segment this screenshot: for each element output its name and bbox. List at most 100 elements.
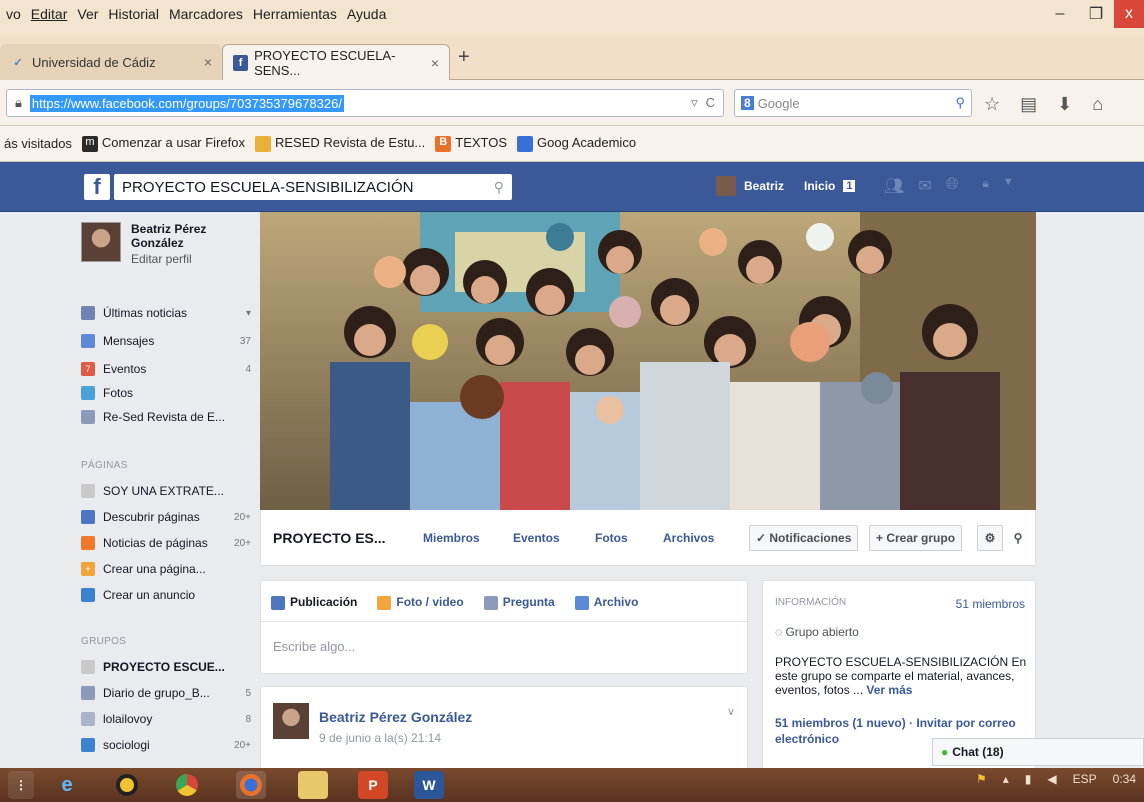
sidebar-item-discover-pages[interactable]: Descubrir páginas 20+ [81,506,251,528]
post-composer: Publicación Foto / video Pregunta Archiv… [260,580,748,674]
start-menu-icon[interactable]: ⋮ [8,771,34,799]
bookmark-firefox[interactable]: m Comenzar a usar Firefox [81,135,245,152]
composer-tab-post[interactable]: Publicación [271,595,357,610]
bookmark-most-visited[interactable]: ás visitados [4,136,72,151]
tab-members[interactable]: Miembros [423,531,480,545]
close-window-button[interactable]: x [1114,0,1144,28]
network-icon[interactable]: ▮ [1025,772,1032,786]
menu-help[interactable]: Ayuda [347,6,386,22]
post-author-link[interactable]: Beatriz Pérez González [319,709,472,725]
bookmark-list-icon[interactable]: ▤ [1020,94,1037,115]
tab-facebook-group[interactable]: f PROYECTO ESCUELA-SENS... × [222,44,450,80]
menu-file[interactable]: vo [6,6,21,22]
info-header: INFORMACIÓN [775,597,847,608]
bookmark-textos[interactable]: B TEXTOS [435,135,507,152]
chrome-icon[interactable] [172,771,202,799]
file-explorer-icon[interactable] [298,771,328,799]
menu-view[interactable]: Ver [77,6,98,22]
notifications-button[interactable]: ✓ Notificaciones [749,525,859,551]
menu-edit[interactable]: Editar [31,6,68,22]
group-name-link[interactable]: PROYECTO ES... [273,530,386,546]
search-icon[interactable]: ⚲ [1005,525,1031,551]
sidebar-item-news-feed[interactable]: Últimas noticias ▾ [81,302,251,324]
star-icon[interactable]: ☆ [984,94,1000,115]
restore-button[interactable]: ❐ [1078,0,1114,28]
url-bar[interactable]: 🔒︎ https://www.facebook.com/groups/70373… [6,89,724,117]
privacy-icon[interactable]: 🔒︎ [983,176,989,196]
search-bar[interactable]: 8 Google ⚲ [734,89,972,117]
avatar[interactable] [716,176,736,196]
clock[interactable]: 0:34 [1113,772,1136,786]
tab-close-icon[interactable]: × [431,55,439,71]
new-tab-button[interactable]: + [458,46,470,69]
composer-tab-file[interactable]: Archivo [574,595,638,610]
question-list-icon [483,595,498,610]
sidebar-item-create-page[interactable]: + Crear una página... [81,558,251,580]
media-player-icon[interactable] [112,771,142,799]
word-icon[interactable]: W [414,771,444,799]
search-icon[interactable]: ⚲ [494,179,504,196]
sidebar-item-proyecto[interactable]: PROYECTO ESCUE... [81,656,251,678]
home-icon[interactable]: ⌂ [1092,94,1103,115]
chevron-down-icon[interactable]: ∨ [727,705,735,718]
sidebar-item-photos[interactable]: Fotos [81,382,251,404]
tab-bar: ✓ Universidad de Cádiz × f PROYECTO ESCU… [0,36,1144,80]
settings-dropdown-icon[interactable]: ▼ [1003,176,1014,196]
profile-name[interactable]: Beatriz Pérez González [131,222,241,250]
edit-profile-link[interactable]: Editar perfil [131,252,241,266]
cover-photo[interactable] [260,212,1036,510]
gear-icon[interactable]: ⚙ [977,525,1003,551]
profile-picture[interactable] [81,222,121,262]
volume-icon[interactable]: ◀ [1047,772,1056,786]
bookmark-goog-academico[interactable]: Goog Academico [517,135,636,152]
friend-requests-icon[interactable]: 👥︎ [884,176,904,196]
tab-files[interactable]: Archivos [663,531,714,545]
facebook-search-input[interactable]: PROYECTO ESCUELA-SENSIBILIZACIÓN ⚲ [114,174,512,200]
chat-bar[interactable]: ● Chat (18) [932,738,1144,766]
composer-tabs: Publicación Foto / video Pregunta Archiv… [271,595,638,610]
sidebar-item-messages[interactable]: Mensajes 37 [81,330,251,352]
menu-history[interactable]: Historial [108,6,159,22]
facebook-logo-icon[interactable]: f [84,174,110,200]
see-more-link[interactable]: Ver más [866,683,912,697]
composer-tab-question[interactable]: Pregunta [483,595,555,610]
bookmark-resed[interactable]: RESED Revista de Estu... [254,135,425,152]
user-name-link[interactable]: Beatriz [744,179,784,193]
tab-photos[interactable]: Fotos [595,531,628,545]
sidebar-item-resed[interactable]: Re-Sed Revista de E... [81,406,251,428]
tab-close-icon[interactable]: × [204,54,212,70]
sidebar-item-sociologi[interactable]: sociologi 20+ [81,734,251,756]
download-icon[interactable]: ⬇ [1057,94,1072,115]
create-group-button[interactable]: + Crear grupo [869,525,963,551]
menu-tools[interactable]: Herramientas [253,6,337,22]
firefox-icon[interactable] [236,771,266,799]
sidebar-item-create-ad[interactable]: Crear un anuncio [81,584,251,606]
internet-explorer-icon[interactable]: e [52,771,82,799]
messages-icon[interactable]: ✉ [918,176,931,196]
tab-universidad[interactable]: ✓ Universidad de Cádiz × [0,44,222,80]
url-text[interactable]: https://www.facebook.com/groups/70373537… [29,94,344,112]
action-center-icon[interactable]: ⚑ [976,772,987,786]
search-icon[interactable]: ⚲ [955,95,965,111]
sidebar-item-diario[interactable]: Diario de grupo_B... 5 [81,682,251,704]
language-indicator[interactable]: ESP [1073,772,1097,786]
home-link[interactable]: Inicio [804,179,835,193]
sidebar-item-pages-feed[interactable]: Noticias de páginas 20+ [81,532,251,554]
url-dropdown-icon[interactable]: ▿ [691,95,698,111]
menu-bookmarks[interactable]: Marcadores [169,6,243,22]
sidebar-item-extraterrestre[interactable]: SOY UNA EXTRATE... [81,480,251,502]
url-actions: ▿ C [691,95,715,111]
tray-arrow-icon[interactable]: ▴ [1003,772,1009,786]
composer-input[interactable]: Escribe algo... [273,639,355,654]
minimize-button[interactable]: – [1042,0,1078,28]
notifications-globe-icon[interactable]: 🌐︎ [946,176,959,196]
avatar[interactable] [273,703,309,739]
reload-icon[interactable]: C [706,95,715,111]
powerpoint-icon[interactable]: P [358,771,388,799]
post-timestamp[interactable]: 9 de junio a la(s) 21:14 [319,731,441,745]
tab-events[interactable]: Eventos [513,531,560,545]
sidebar-item-events[interactable]: 7 Eventos 4 [81,358,251,380]
sidebar-item-lolailovoy[interactable]: lolailovoy 8 [81,708,251,730]
members-count-link[interactable]: 51 miembros [956,597,1025,611]
composer-tab-photo[interactable]: Foto / video [377,595,464,610]
